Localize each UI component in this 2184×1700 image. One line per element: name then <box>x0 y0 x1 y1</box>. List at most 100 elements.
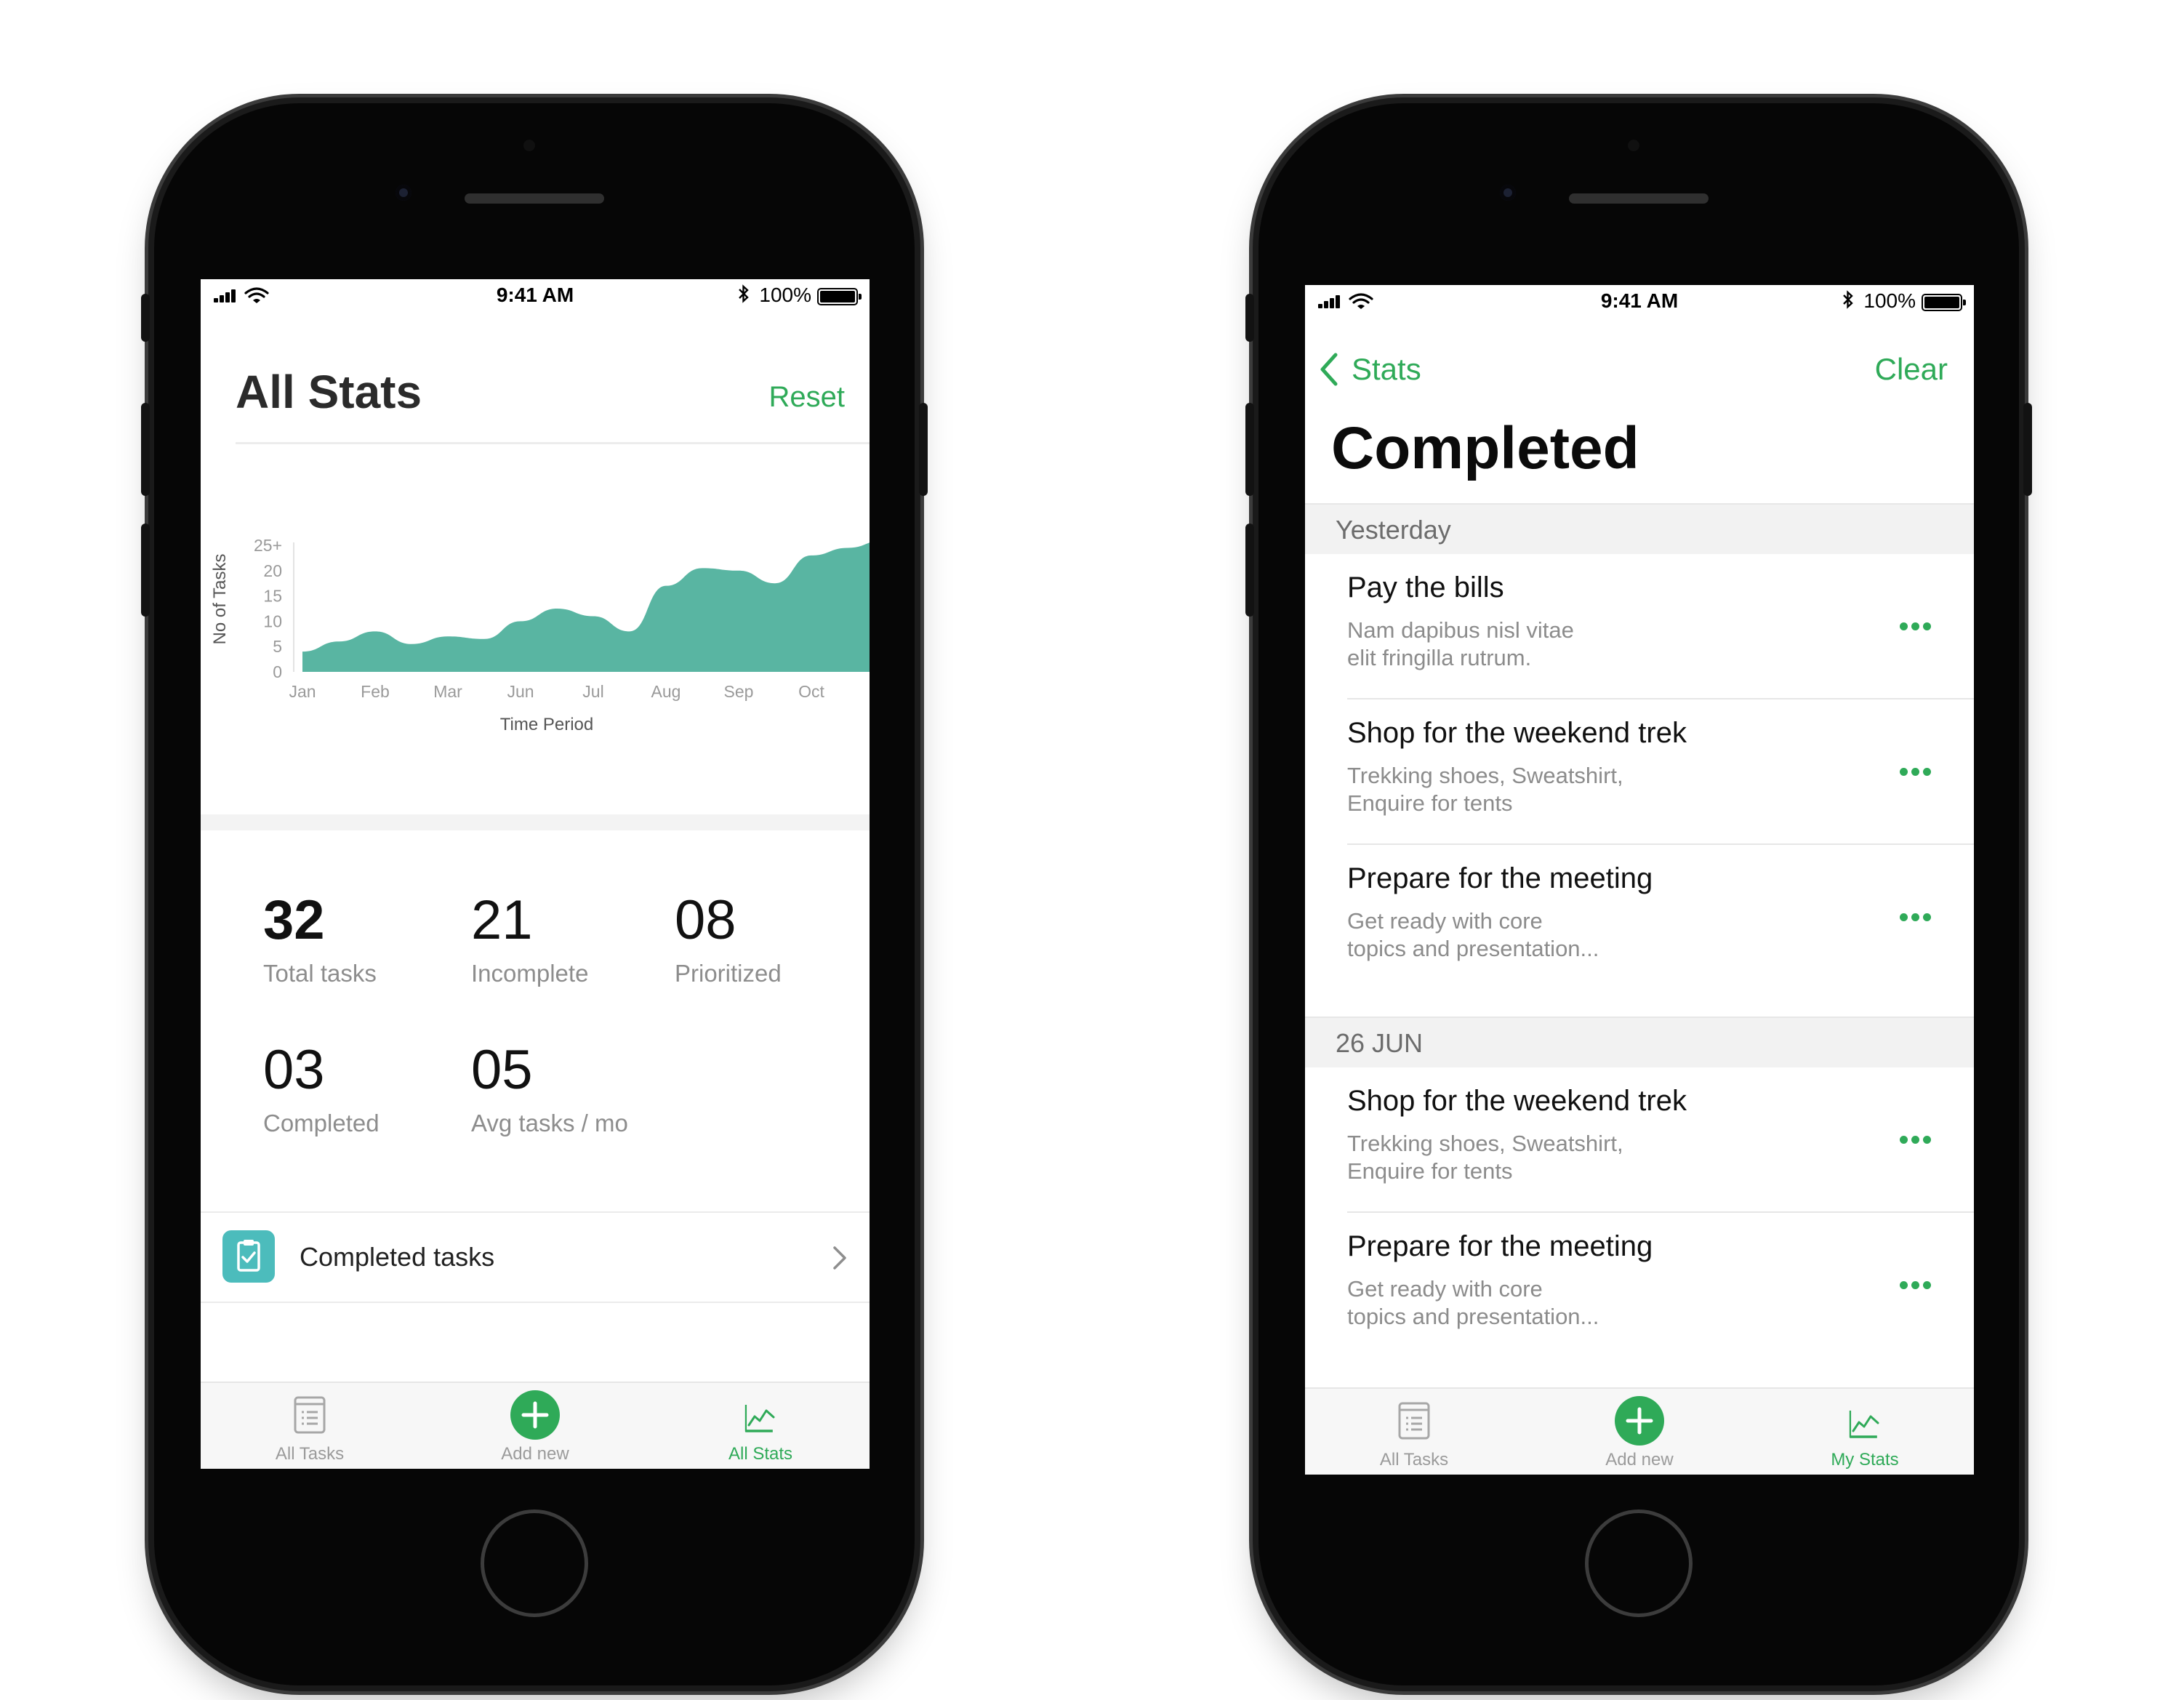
completed-screen: 9:41 AM 100% Stats Clear Completed Yeste… <box>1305 285 1974 1475</box>
reset-button[interactable]: Reset <box>769 381 846 414</box>
proximity-sensor <box>1628 140 1639 151</box>
tab-label: All Tasks <box>275 1444 345 1464</box>
stats-screen: 9:41 AM 100% All Stats Reset 0 5 10 15 20 25+… <box>201 279 870 1469</box>
chart-icon <box>744 1405 775 1432</box>
chevron-left-icon <box>1320 353 1338 386</box>
chart-x-tick-label: Jan <box>289 682 316 701</box>
bluetooth-icon <box>739 284 749 303</box>
item-description: Nam dapibus nisl vitae elit fringilla ru… <box>1347 617 1574 670</box>
tab-bar: All Tasks Add new All Stats <box>201 1382 870 1469</box>
list-item[interactable]: Shop for the weekend trek Trekking shoes… <box>1305 1067 1974 1213</box>
list-item[interactable]: Prepare for the meeting Get ready with c… <box>1305 845 1974 990</box>
item-description: Trekking shoes, Sweatshirt, Enquire for … <box>1347 1131 1623 1184</box>
tab-bar: All Tasks Add new My Stats <box>1305 1387 1974 1475</box>
more-options-icon[interactable] <box>1900 768 1932 777</box>
item-description: Get ready with core topics and presentat… <box>1347 908 1599 961</box>
stat-value: 21 <box>471 889 533 951</box>
more-options-icon[interactable] <box>1900 622 1932 631</box>
clear-button[interactable]: Clear <box>1875 352 1948 387</box>
volume-down-button <box>1245 524 1254 617</box>
volume-down-button <box>141 524 150 617</box>
item-description: Trekking shoes, Sweatshirt, Enquire for … <box>1347 763 1623 816</box>
stat-label: Incomplete <box>471 960 589 987</box>
mute-switch <box>1245 294 1254 342</box>
phone-frame-left: 9:41 AM 100% All Stats Reset 0 5 10 15 20 25+… <box>141 103 928 1685</box>
item-title: Prepare for the meeting <box>1347 862 1653 894</box>
item-title: Pay the bills <box>1347 572 1504 604</box>
stat-incomplete: 21 Incomplete <box>471 891 588 987</box>
page-title: All Stats <box>236 366 422 418</box>
battery-icon <box>817 288 862 305</box>
chart-y-tick-label: 10 <box>263 612 282 630</box>
completed-tasks-row[interactable]: Completed tasks <box>201 1214 870 1300</box>
page-title: Completed <box>1331 415 1639 481</box>
stat-label: Total tasks <box>263 960 377 987</box>
chart-x-tick-label: Sep <box>724 682 754 701</box>
bluetooth-icon <box>1843 290 1853 309</box>
stat-value: 05 <box>471 1039 533 1101</box>
chart-x-axis-label: Time Period <box>500 715 593 734</box>
phone-frame-right: 9:41 AM 100% Stats Clear Completed Yeste… <box>1245 103 2032 1685</box>
list-item[interactable]: Pay the bills Nam dapibus nisl vitae eli… <box>1305 554 1974 699</box>
chart-x-tick-label: Jun <box>507 682 534 701</box>
front-camera <box>396 185 411 201</box>
back-label: Stats <box>1352 352 1421 386</box>
list-icon <box>1398 1402 1430 1440</box>
item-title: Shop for the weekend trek <box>1347 1085 1687 1117</box>
stat-completed: 03 Completed <box>263 1041 380 1137</box>
battery-percent: 100% <box>1863 289 1916 312</box>
chart-y-tick-label: 25+ <box>254 536 282 555</box>
section-header-label: 26 JUN <box>1336 1028 1424 1058</box>
battery-percent: 100% <box>759 284 811 306</box>
mute-switch <box>141 294 150 342</box>
power-button <box>2023 403 2032 496</box>
list-item[interactable]: Prepare for the meeting Get ready with c… <box>1305 1213 1974 1358</box>
home-button[interactable] <box>1585 1509 1693 1617</box>
tab-label: My Stats <box>1831 1450 1899 1470</box>
item-title: Shop for the weekend trek <box>1347 717 1687 749</box>
tab-label: All Tasks <box>1379 1450 1449 1470</box>
volume-up-button <box>141 403 150 496</box>
chart-y-tick-label: 20 <box>263 561 282 580</box>
stat-value: 03 <box>263 1039 325 1101</box>
tab-all-tasks[interactable]: All Tasks <box>1341 1389 1487 1475</box>
tab-all-tasks[interactable]: All Tasks <box>237 1383 382 1469</box>
chart-y-tick-label: 5 <box>273 637 282 656</box>
plus-icon <box>1615 1396 1664 1446</box>
section-header: Yesterday <box>1305 503 1974 554</box>
stat-avg-tasks: 05 Avg tasks / mo <box>471 1041 628 1137</box>
chart-y-tick-label: 15 <box>263 587 282 606</box>
header-divider <box>236 442 870 444</box>
chart-x-tick-label: Feb <box>361 682 390 701</box>
more-options-icon[interactable] <box>1900 1281 1932 1290</box>
more-options-icon[interactable] <box>1900 1136 1932 1144</box>
tasks-area-chart: 0510152025+ JanFebMarJunJulAugSepOctNo N… <box>210 536 870 734</box>
stat-total-tasks: 32 Total tasks <box>263 891 377 987</box>
tab-label: Add new <box>501 1444 569 1464</box>
section-header-label: Yesterday <box>1336 515 1451 545</box>
chart-x-tick-label: Mar <box>433 682 462 701</box>
row-divider <box>201 1302 870 1303</box>
stat-value: 08 <box>675 889 736 951</box>
list-item[interactable]: Shop for the weekend trek Trekking shoes… <box>1305 699 1974 845</box>
earpiece-speaker <box>465 193 604 204</box>
item-title: Prepare for the meeting <box>1347 1230 1653 1262</box>
stat-label: Completed <box>263 1110 380 1136</box>
tab-label: All Stats <box>728 1444 793 1464</box>
chevron-right-icon <box>833 1246 846 1270</box>
tab-all-stats[interactable]: All Stats <box>688 1383 833 1469</box>
tab-add-new[interactable]: Add new <box>1567 1389 1712 1475</box>
stat-label: Prioritized <box>675 960 782 987</box>
chart-area-series <box>302 542 870 672</box>
list-icon <box>294 1396 326 1434</box>
more-options-icon[interactable] <box>1900 913 1932 922</box>
home-button[interactable] <box>481 1509 588 1617</box>
battery-icon <box>1922 294 1966 311</box>
tab-add-new[interactable]: Add new <box>462 1383 608 1469</box>
plus-icon <box>510 1390 560 1440</box>
stat-label: Avg tasks / mo <box>471 1110 628 1136</box>
back-button[interactable]: Stats <box>1318 348 1449 391</box>
power-button <box>919 403 928 496</box>
volume-up-button <box>1245 403 1254 496</box>
tab-my-stats[interactable]: My Stats <box>1792 1389 1938 1475</box>
